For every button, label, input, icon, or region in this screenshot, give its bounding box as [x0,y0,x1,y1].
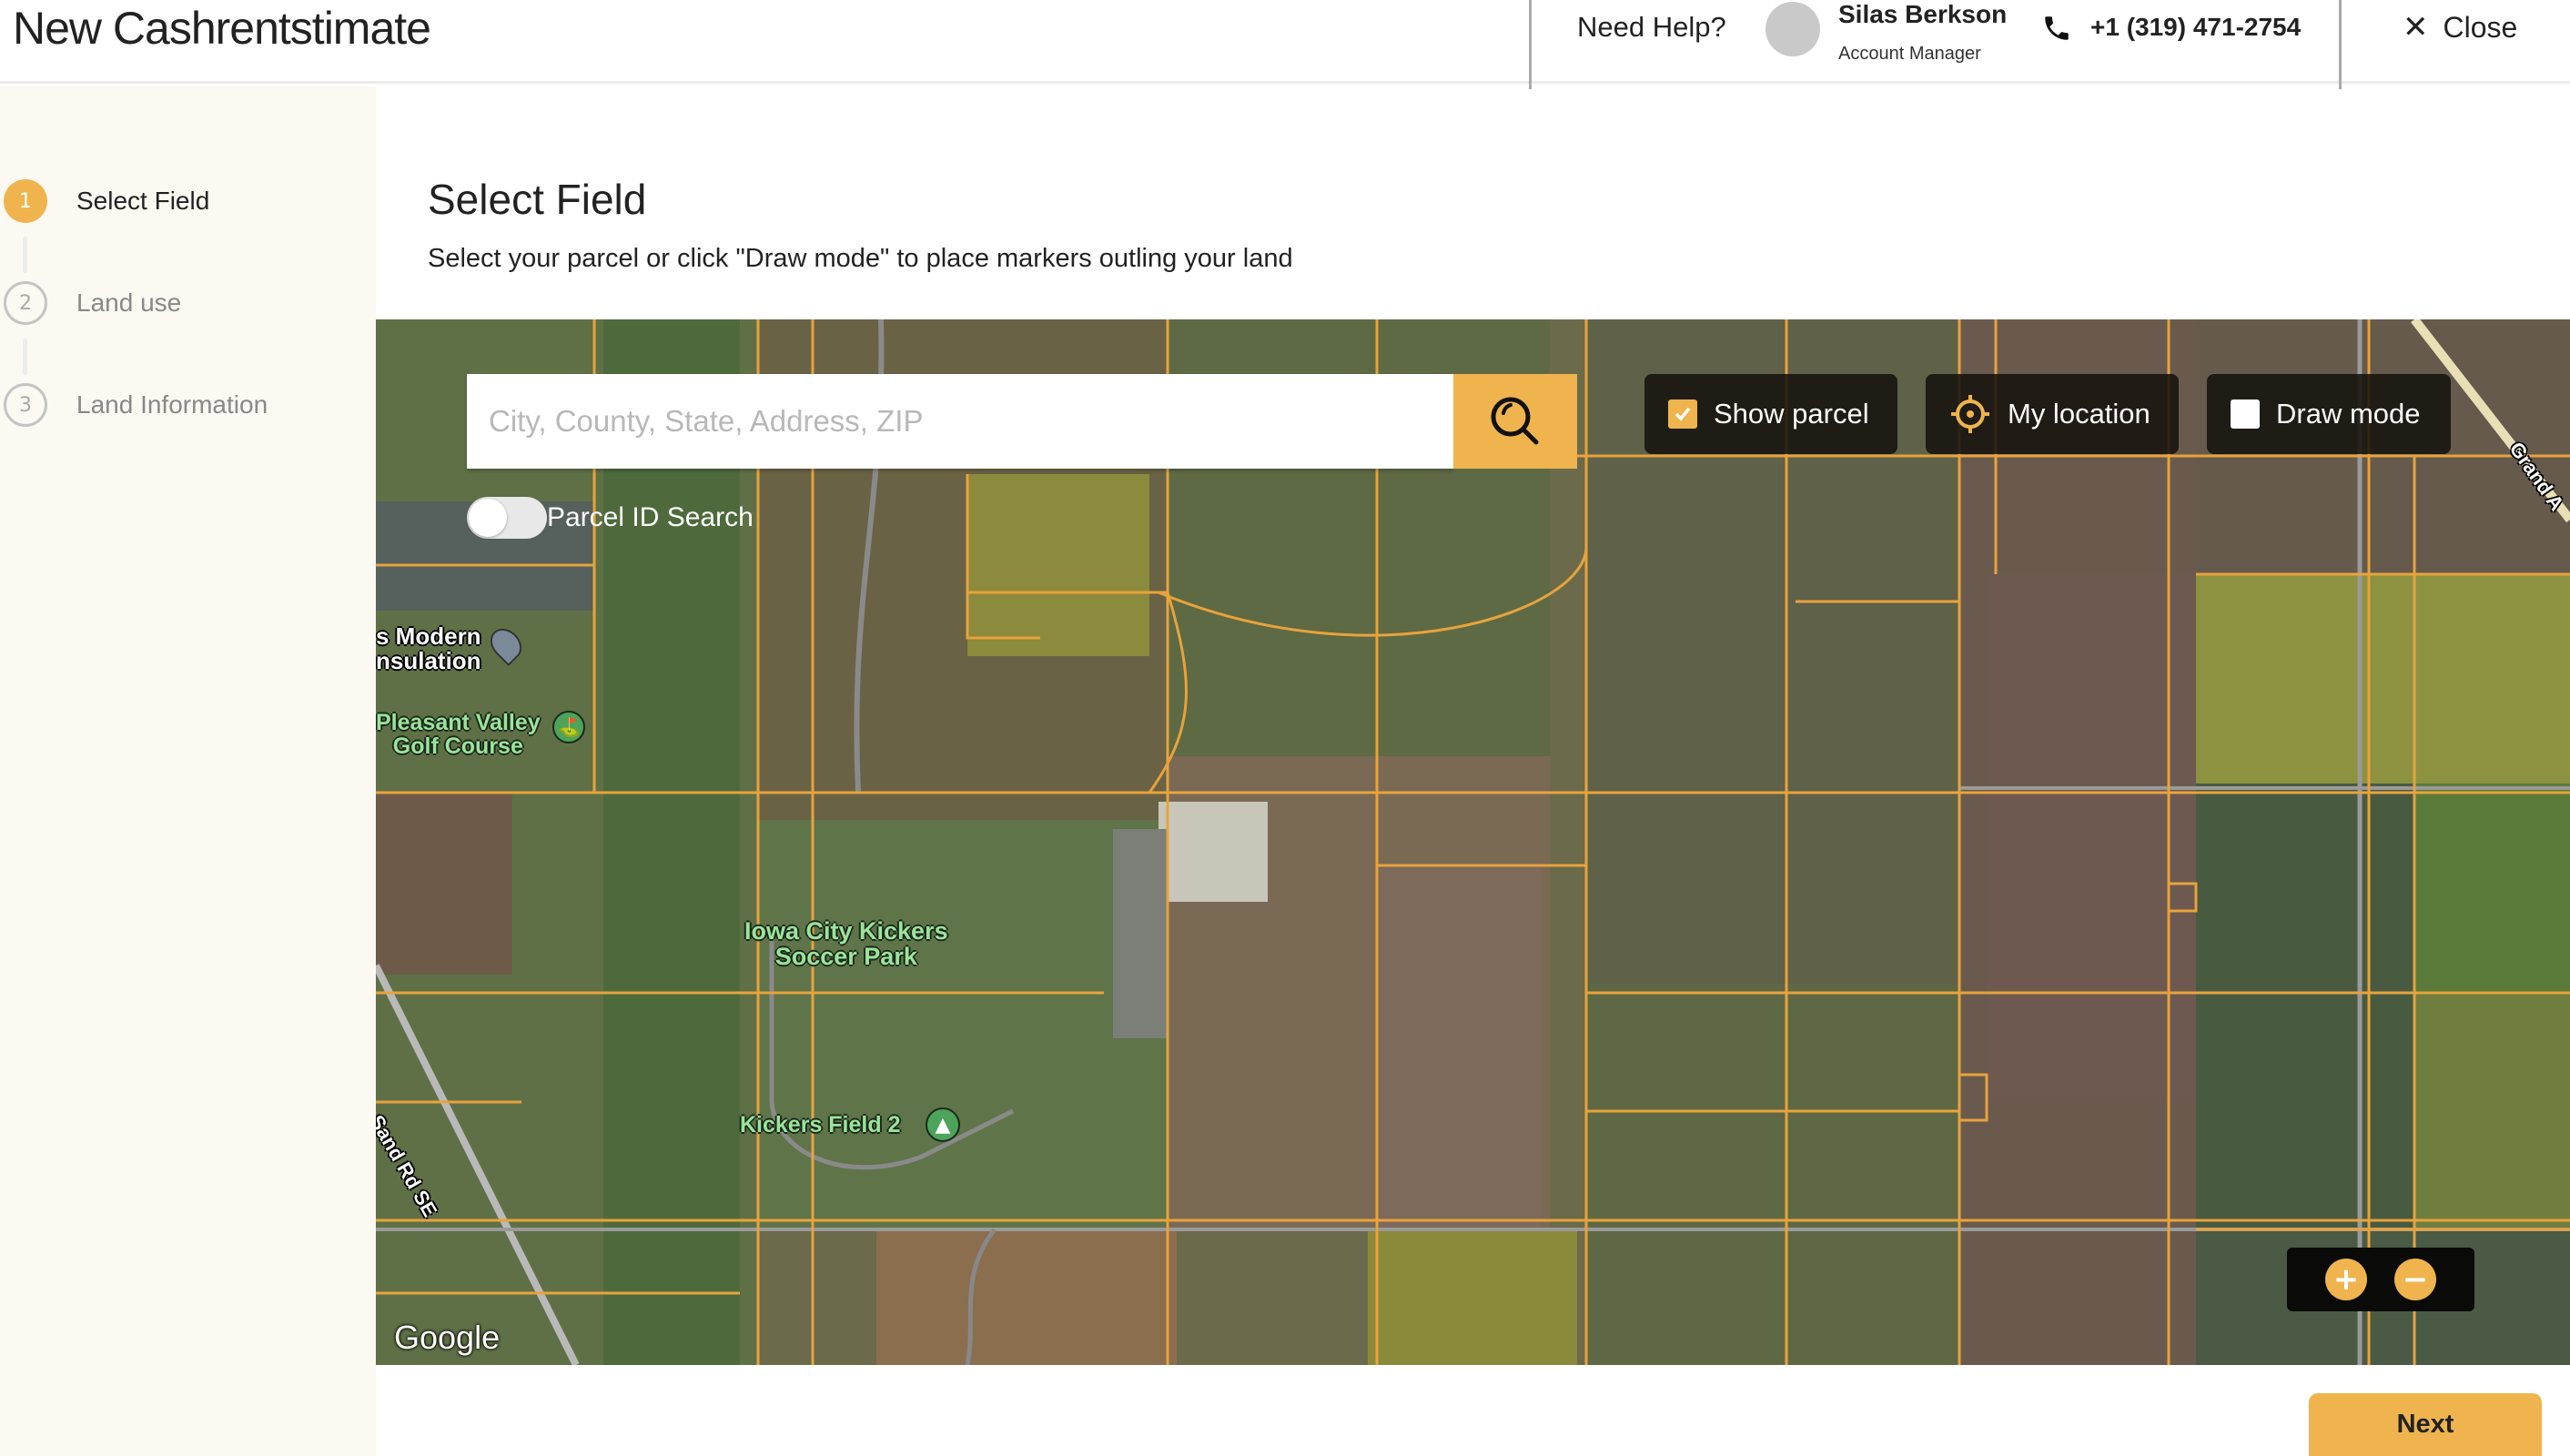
search-icon [1491,397,1539,445]
step-label: Select Field [76,187,210,215]
avatar [1766,2,1820,56]
stepper-sidebar: 1 Select Field 2 Land use 3 Land Informa… [0,86,376,1456]
my-location-label: My location [2008,398,2150,430]
zoom-in-button[interactable]: + [2325,1259,2367,1300]
map-label-kickers-field: Kickers Field 2 [740,1112,901,1138]
my-location-button[interactable]: My location [1926,374,2179,454]
app-title: New Cashrentstimate [13,3,431,54]
map-label-line: s Modern [376,622,481,650]
page-title: Select Field [428,176,647,223]
step-number-badge: 2 [4,281,47,325]
next-button[interactable]: Next [2309,1393,2542,1456]
map-label-line: Golf Course [392,733,523,760]
crosshair-icon [1951,395,1989,433]
map-label-line: Pleasant Valley [376,710,541,735]
parcel-id-search-row: Parcel ID Search [467,497,754,539]
parcel-id-search-toggle[interactable] [467,497,547,539]
show-parcel-checkbox[interactable] [1668,399,1697,429]
map-label-modern-insulation: s Modern nsulation [376,622,481,675]
park-pin-icon[interactable]: ▲ [926,1107,960,1142]
step-connector [23,237,27,273]
draw-mode-label: Draw mode [2276,398,2421,430]
show-parcel-toggle[interactable]: Show parcel [1644,374,1897,454]
google-attribution-logo: Google [394,1319,501,1356]
close-label: Close [2443,10,2518,44]
checkmark-icon [1675,407,1691,421]
map-label-line: Iowa City Kickers [744,917,948,945]
phone-number-link[interactable]: +1 (319) 471-2754 [2090,13,2301,42]
step-connector [23,339,27,375]
location-search-input[interactable] [467,374,1453,469]
step-number-badge: 1 [4,179,47,223]
page-subtitle: Select your parcel or click "Draw mode" … [428,244,1293,273]
phone-icon [2045,16,2069,40]
location-search-box [467,374,1453,469]
golf-pin-icon[interactable]: ⛳ [552,711,585,743]
need-help-label: Need Help? [1577,11,1726,43]
account-manager-name: Silas Berkson [1838,0,2008,28]
step-number-badge: 3 [4,383,47,427]
step-land-information[interactable]: 3 Land Information [0,383,268,427]
satellite-map[interactable]: s Modern nsulation Pleasant Valley Golf … [376,319,2570,1365]
map-label-golf-course: Pleasant Valley Golf Course [376,711,541,759]
map-label-line: Soccer Park [774,943,917,971]
help-contact-area: Need Help? Silas Berkson Account Manager… [1529,0,2342,89]
zoom-out-button[interactable]: − [2394,1259,2436,1300]
draw-mode-checkbox[interactable] [2231,399,2260,429]
step-label: Land use [76,288,182,317]
search-button[interactable] [1453,374,1577,469]
draw-mode-toggle[interactable]: Draw mode [2207,374,2451,454]
zoom-controls: + − [2287,1248,2474,1311]
map-label-line: nsulation [376,647,481,675]
map-label-kickers-park: Iowa City Kickers Soccer Park [744,918,948,970]
toggle-knob [469,499,507,537]
map-imagery [376,319,2570,1365]
show-parcel-label: Show parcel [1714,398,1869,430]
close-button[interactable]: ✕ Close [2403,9,2517,46]
parcel-id-search-label: Parcel ID Search [547,502,754,532]
close-icon: ✕ [2403,10,2429,45]
account-manager-role: Account Manager [1838,44,1981,64]
step-label: Land Information [76,390,268,419]
step-land-use[interactable]: 2 Land use [0,281,181,325]
step-select-field[interactable]: 1 Select Field [0,179,209,223]
header-bar: New Cashrentstimate Need Help? Silas Ber… [0,0,2570,89]
